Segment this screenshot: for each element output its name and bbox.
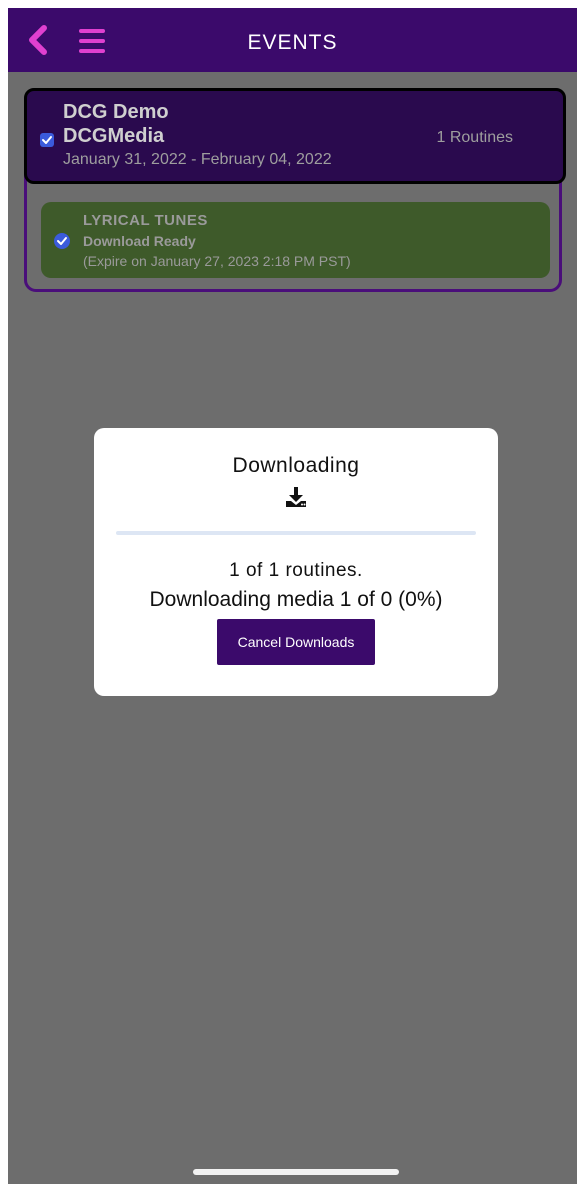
back-chevron-icon[interactable] [24, 24, 52, 56]
event-name: DCG Demo [63, 101, 169, 123]
hamburger-menu-icon[interactable] [78, 28, 106, 54]
event-checkbox[interactable] [40, 133, 54, 147]
download-progress-bar [116, 531, 476, 535]
home-indicator[interactable] [193, 1169, 399, 1175]
routine-expiry: (Expire on January 27, 2023 2:18 PM PST) [83, 253, 351, 269]
routines-progress-text: 1 of 1 routines. [229, 560, 363, 581]
top-app-bar: EVENTS [8, 8, 577, 72]
routine-status: Download Ready [83, 233, 196, 249]
media-progress-text: Downloading media 1 of 0 (0%) [149, 588, 443, 611]
cancel-downloads-button[interactable]: Cancel Downloads [217, 619, 375, 665]
checkmark-icon [57, 237, 67, 245]
event-dates: January 31, 2022 - February 04, 2022 [63, 151, 332, 168]
checkmark-icon [42, 136, 52, 144]
event-card[interactable]: DCG Demo DCGMedia January 31, 2022 - Feb… [24, 88, 566, 184]
app-screen: EVENTS DCG Demo DCGMedia January 31, 202… [8, 8, 577, 1184]
routine-checkbox[interactable] [54, 233, 70, 249]
routine-card[interactable]: LYRICAL TUNES Download Ready (Expire on … [41, 202, 550, 278]
event-routines-count: 1 Routines [436, 129, 514, 146]
downloading-dialog: Downloading 1 of 1 routines. Downloading… [94, 428, 498, 696]
event-organization: DCGMedia [63, 125, 165, 147]
download-icon [284, 486, 308, 508]
routine-title: LYRICAL TUNES [83, 212, 208, 229]
dialog-title: Downloading [232, 454, 360, 477]
